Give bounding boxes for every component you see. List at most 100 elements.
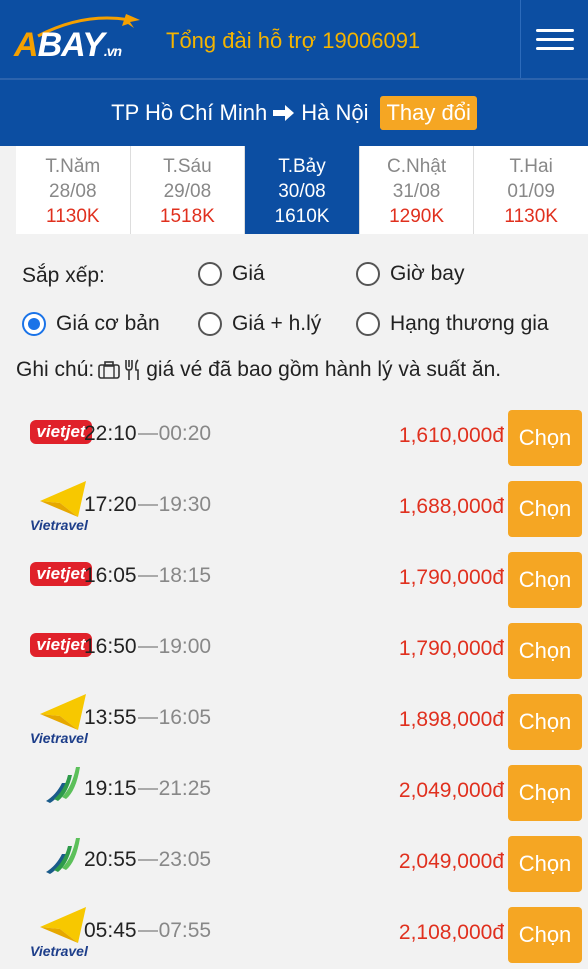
radio-icon: [198, 312, 222, 336]
choose-flight-button[interactable]: Chọn: [508, 836, 582, 892]
airline-logo: Vietravel: [14, 901, 88, 959]
date-tab-date: 29/08: [163, 181, 212, 202]
date-tab-date: 28/08: [49, 181, 97, 202]
date-tab-price: 1290K: [389, 206, 445, 227]
radio-icon: [356, 262, 380, 286]
flight-times: 22:10 00:20: [84, 422, 211, 446]
date-tab[interactable]: C.Nhật 31/08 1290K: [360, 146, 475, 234]
date-tab[interactable]: T.Năm 28/08 1130K: [16, 146, 131, 234]
flight-row[interactable]: Vietravel 17:20 19:30 1,688,000đ Chọn: [0, 475, 588, 546]
flight-times: 19:15 21:25: [84, 777, 211, 801]
choose-flight-button[interactable]: Chọn: [508, 481, 582, 537]
radio-label: Giá: [232, 262, 265, 285]
choose-flight-button[interactable]: Chọn: [508, 623, 582, 679]
time-separator: [137, 788, 158, 790]
arrival-time: 21:25: [158, 777, 212, 800]
arrival-time: 07:55: [158, 919, 212, 942]
abay-logo[interactable]: ABAY.vn: [14, 8, 140, 70]
note: Ghi chú: giá vé đã bao gồm hành lý và su…: [16, 358, 501, 382]
airline-logo: Vietravel: [14, 475, 88, 533]
sort-time-radio[interactable]: Giờ bay: [356, 262, 464, 286]
time-separator: [137, 575, 158, 577]
choose-flight-button[interactable]: Chọn: [508, 552, 582, 608]
departure-time: 17:20: [84, 493, 137, 516]
departure-time: 22:10: [84, 422, 137, 445]
radio-icon: [356, 312, 380, 336]
sort-price-radio[interactable]: Giá: [198, 262, 265, 286]
base-fare-radio[interactable]: Giá cơ bản: [22, 312, 160, 336]
airline-logo: [14, 830, 80, 888]
fare-with-baggage-radio[interactable]: Giá + h.lý: [198, 312, 321, 336]
arrival-time: 18:15: [158, 564, 212, 587]
flight-row[interactable]: Vietravel 05:45 07:55 2,108,000đ Chọn: [0, 901, 588, 969]
time-separator: [137, 717, 158, 719]
business-class-radio[interactable]: Hạng thương gia: [356, 312, 549, 336]
vietravel-logo-text: Vietravel: [30, 517, 88, 533]
vietjet-logo: vietjet: [30, 420, 92, 444]
time-separator: [137, 433, 158, 435]
logo-letter-a: A: [14, 26, 39, 64]
radio-label: Hạng thương gia: [390, 312, 549, 335]
flight-price: 1,790,000đ: [398, 637, 504, 660]
choose-flight-button[interactable]: Chọn: [508, 765, 582, 821]
flight-times: 17:20 19:30: [84, 493, 211, 517]
flight-list: vietjet 22:10 00:20 1,610,000đ Chọn Viet…: [0, 404, 588, 969]
route-origin: TP Hồ Chí Minh: [111, 100, 268, 125]
flight-times: 16:05 18:15: [84, 564, 211, 588]
date-tab-price: 1130K: [504, 206, 558, 227]
flight-price: 1,790,000đ: [398, 566, 504, 589]
date-tab-price: 1610K: [274, 206, 330, 227]
note-label: Ghi chú:: [16, 358, 95, 381]
arrival-time: 23:05: [158, 848, 212, 871]
flight-times: 20:55 23:05: [84, 848, 211, 872]
departure-time: 16:50: [84, 635, 137, 658]
flight-price: 2,108,000đ: [398, 921, 504, 944]
flight-row[interactable]: vietjet 16:50 19:00 1,790,000đ Chọn: [0, 617, 588, 688]
airline-logo: vietjet: [14, 404, 92, 462]
date-tab-day: T.Năm: [45, 156, 101, 177]
departure-time: 13:55: [84, 706, 137, 729]
arrival-time: 00:20: [158, 422, 212, 445]
vietjet-logo: vietjet: [30, 633, 92, 657]
flight-times: 16:50 19:00: [84, 635, 211, 659]
time-separator: [137, 646, 158, 648]
date-tab[interactable]: T.Sáu 29/08 1518K: [131, 146, 246, 234]
airline-logo: Vietravel: [14, 688, 88, 746]
date-tab[interactable]: T.Hai 01/09 1130K: [474, 146, 588, 234]
arrival-time: 19:30: [158, 493, 212, 516]
time-separator: [137, 930, 158, 932]
date-tab-day: T.Sáu: [163, 156, 212, 177]
departure-time: 16:05: [84, 564, 137, 587]
hamburger-menu-button[interactable]: [520, 0, 588, 78]
change-route-button[interactable]: Thay đổi: [380, 96, 477, 130]
route-bar: TP Hồ Chí Minh Hà Nội Thay đổi: [0, 78, 588, 146]
choose-flight-button[interactable]: Chọn: [508, 907, 582, 963]
vietravel-logo-icon: [40, 907, 86, 943]
vietravel-logo-text: Vietravel: [30, 943, 88, 959]
flight-row[interactable]: 20:55 23:05 2,049,000đ Chọn: [0, 830, 588, 901]
departure-time: 19:15: [84, 777, 137, 800]
vietjet-logo: vietjet: [30, 562, 92, 586]
date-tab-day: T.Hai: [509, 156, 553, 177]
time-separator: [137, 859, 158, 861]
flight-row[interactable]: 19:15 21:25 2,049,000đ Chọn: [0, 759, 588, 830]
hotline-text[interactable]: Tổng đài hỗ trợ 19006091: [166, 28, 420, 54]
flight-row[interactable]: vietjet 16:05 18:15 1,790,000đ Chọn: [0, 546, 588, 617]
date-tab-active[interactable]: T.Bảy 30/08 1610K: [245, 146, 360, 234]
baggage-icon: [98, 361, 121, 379]
menu-icon-bar: [535, 46, 574, 50]
choose-flight-button[interactable]: Chọn: [508, 694, 582, 750]
flight-price: 2,049,000đ: [398, 850, 504, 873]
flight-row[interactable]: vietjet 22:10 00:20 1,610,000đ Chọn: [0, 404, 588, 475]
flight-price: 1,610,000đ: [398, 424, 504, 447]
radio-label: Giá + h.lý: [232, 312, 322, 335]
bamboo-airways-logo-icon: [46, 838, 80, 874]
vietravel-logo-text: Vietravel: [30, 730, 88, 746]
airline-logo: vietjet: [14, 617, 92, 675]
date-tab-date: 01/09: [507, 181, 555, 202]
flight-times: 13:55 16:05: [84, 706, 211, 730]
flight-row[interactable]: Vietravel 13:55 16:05 1,898,000đ Chọn: [0, 688, 588, 759]
date-tab-date: 30/08: [278, 181, 326, 202]
bamboo-airways-logo-icon: [46, 767, 80, 803]
choose-flight-button[interactable]: Chọn: [508, 410, 582, 466]
